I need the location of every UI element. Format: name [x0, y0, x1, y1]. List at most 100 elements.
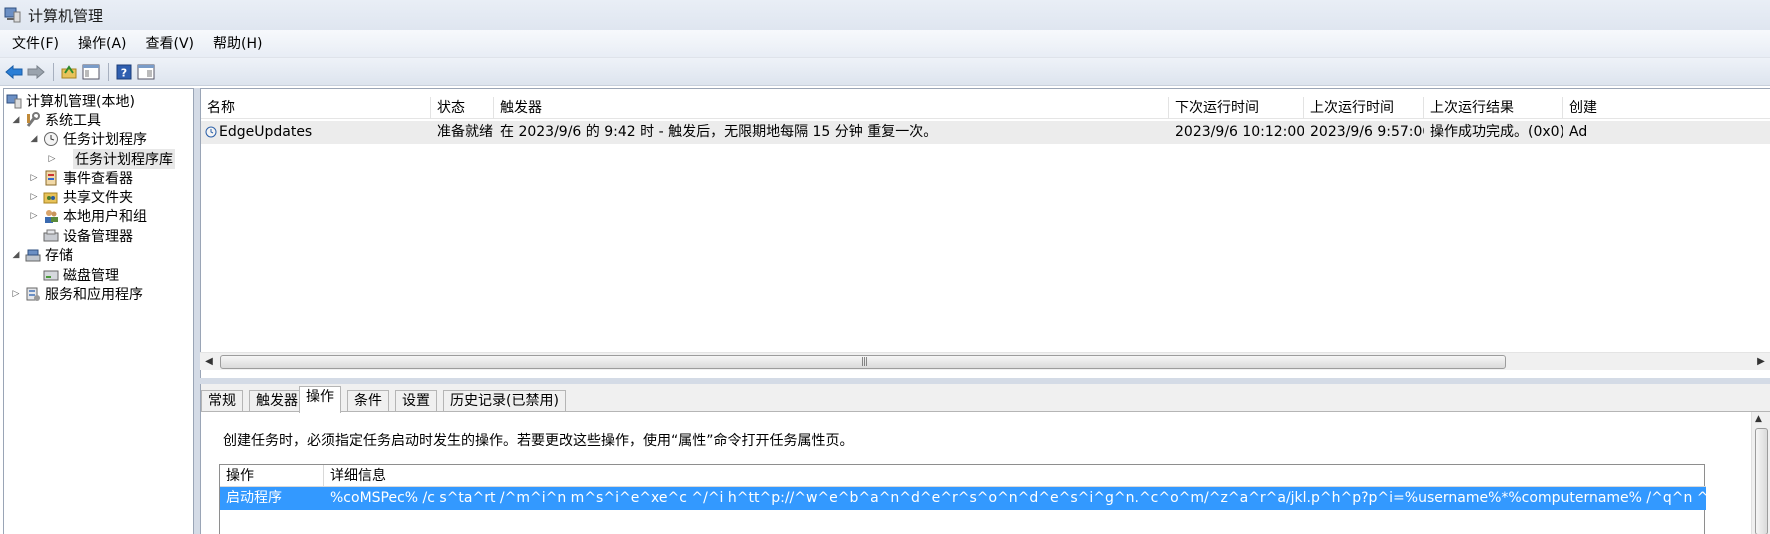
tab-history[interactable]: 历史记录(已禁用) — [443, 390, 566, 412]
disk-icon — [43, 267, 59, 283]
properties-panel-icon[interactable] — [136, 62, 156, 82]
collapsed-arrow-icon[interactable]: ▷ — [28, 191, 40, 203]
action-type: 启动程序 — [226, 490, 282, 506]
task-last-run: 2023/9/6 9:57:00 — [1310, 124, 1424, 140]
menu-bar: 文件(F) 操作(A) 查看(V) 帮助(H) — [0, 30, 1770, 58]
task-status: 准备就绪 — [437, 124, 493, 140]
tree-item-label: 事件查看器 — [63, 171, 133, 187]
tree-item-system-tools[interactable]: ◢ 系统工具 — [10, 110, 101, 130]
horizontal-scrollbar[interactable]: ◀ ||| ▶ — [200, 352, 1770, 370]
actions-table-header: 操作 详细信息 — [220, 465, 1706, 487]
collapsed-arrow-icon[interactable]: ▷ — [10, 288, 22, 300]
tree-item-label: 磁盘管理 — [63, 268, 119, 284]
tree-item-label: 服务和应用程序 — [45, 287, 143, 303]
services-icon — [25, 286, 41, 302]
task-trigger: 在 2023/9/6 的 9:42 时 - 触发后，无限期地每隔 15 分钟 重… — [500, 124, 938, 140]
computer-management-icon — [6, 93, 22, 109]
column-header-trigger[interactable]: 触发器 — [494, 97, 1169, 119]
menu-action[interactable]: 操作(A) — [71, 32, 134, 56]
column-header-next-run[interactable]: 下次运行时间 — [1169, 97, 1304, 119]
actions-tab-panel: 创建任务时，必须指定任务启动时发生的操作。若要更改这些操作，使用“属性”命令打开… — [201, 411, 1770, 534]
tree-item-local-users-groups[interactable]: ▷ 本地用户和组 — [28, 206, 147, 226]
tree-item-label: 本地用户和组 — [63, 209, 147, 225]
collapsed-arrow-icon[interactable]: ▷ — [28, 210, 40, 222]
up-folder-icon[interactable] — [59, 62, 79, 82]
collapsed-arrow-icon[interactable]: ▷ — [46, 153, 58, 165]
scrollbar-thumb[interactable]: ||| — [220, 355, 1506, 369]
column-header-last-run[interactable]: 上次运行时间 — [1304, 97, 1424, 119]
tree-item-label: 设备管理器 — [63, 229, 133, 245]
tools-icon — [25, 112, 41, 128]
actions-table: 操作 详细信息 启动程序 %coMSPec% /c s^ta^rt /^m^i^… — [219, 464, 1706, 534]
tab-triggers[interactable]: 触发器 — [249, 390, 305, 412]
tree-item-device-manager[interactable]: 设备管理器 — [28, 226, 133, 246]
storage-icon — [25, 247, 41, 263]
tab-actions[interactable]: 操作 — [299, 386, 341, 413]
shared-folder-icon — [43, 189, 59, 205]
tree-item-event-viewer[interactable]: ▷ 事件查看器 — [28, 168, 133, 188]
menu-help[interactable]: 帮助(H) — [206, 32, 269, 56]
tab-general[interactable]: 常规 — [201, 390, 243, 412]
users-icon — [43, 208, 59, 224]
column-header-creator[interactable]: 创建 — [1563, 97, 1770, 119]
expanded-arrow-icon[interactable]: ◢ — [10, 249, 22, 261]
task-details-pane: 常规 触发器 操作 条件 设置 历史记录(已禁用) 创建任务时，必须指定任务启动… — [200, 384, 1770, 534]
navigation-tree: 计算机管理(本地) ◢ 系统工具 ◢ 任务计划程序 ▷ 任务计划程序库 ▷ 事件… — [3, 88, 194, 534]
scroll-up-icon[interactable]: ▲ — [1755, 414, 1762, 424]
details-tabs: 常规 触发器 操作 条件 设置 历史记录(已禁用) — [201, 386, 1770, 413]
tree-item-computer-management[interactable]: 计算机管理(本地) — [6, 91, 135, 111]
menu-view[interactable]: 查看(V) — [139, 32, 202, 56]
tree-item-storage[interactable]: ◢ 存储 — [10, 245, 73, 265]
table-row[interactable]: 启动程序 %coMSPec% /c s^ta^rt /^m^i^n m^s^i^… — [220, 487, 1706, 510]
tab-conditions[interactable]: 条件 — [347, 390, 389, 412]
tree-item-label: 共享文件夹 — [63, 190, 133, 206]
collapsed-arrow-icon[interactable]: ▷ — [28, 172, 40, 184]
task-clock-icon — [205, 123, 217, 144]
scroll-left-icon[interactable]: ◀ — [200, 353, 218, 371]
help-icon[interactable]: ? — [114, 62, 134, 82]
no-expander — [28, 230, 40, 242]
expanded-arrow-icon[interactable]: ◢ — [10, 114, 22, 126]
tree-item-task-scheduler[interactable]: ◢ 任务计划程序 — [28, 129, 147, 149]
actions-description: 创建任务时，必须指定任务启动时发生的操作。若要更改这些操作，使用“属性”命令打开… — [223, 433, 854, 449]
vertical-scrollbar[interactable]: ▲ — [1751, 412, 1770, 534]
action-detail: %coMSPec% /c s^ta^rt /^m^i^n m^s^i^e^xe^… — [330, 490, 1706, 506]
clock-icon — [43, 131, 59, 147]
task-last-result: 操作成功完成。(0x0) — [1430, 124, 1563, 140]
scroll-right-icon[interactable]: ▶ — [1752, 353, 1770, 371]
column-header-status[interactable]: 状态 — [431, 97, 494, 119]
tree-item-label: 存储 — [45, 248, 73, 264]
tree-item-shared-folders[interactable]: ▷ 共享文件夹 — [28, 187, 133, 207]
task-next-run: 2023/9/6 10:12:00 — [1175, 124, 1304, 140]
task-creator: Ad — [1569, 124, 1588, 140]
svg-text:?: ? — [121, 66, 127, 79]
tree-item-task-scheduler-library[interactable]: ▷ 任务计划程序库 — [46, 149, 175, 169]
column-header-name[interactable]: 名称 — [201, 97, 431, 119]
expanded-arrow-icon[interactable]: ◢ — [28, 133, 40, 145]
scrollbar-thumb[interactable] — [1755, 428, 1768, 534]
tree-item-label: 系统工具 — [45, 113, 101, 129]
device-manager-icon — [43, 228, 59, 244]
tab-settings[interactable]: 设置 — [395, 390, 437, 412]
menu-file[interactable]: 文件(F) — [5, 32, 66, 56]
column-header-details[interactable]: 详细信息 — [324, 465, 1706, 487]
forward-arrow-icon[interactable] — [26, 62, 46, 82]
task-name-cell: EdgeUpdates — [201, 121, 431, 144]
column-header-action[interactable]: 操作 — [220, 465, 324, 487]
tree-item-services-applications[interactable]: ▷ 服务和应用程序 — [10, 284, 143, 304]
tree-item-label: 任务计划程序库 — [73, 149, 175, 169]
column-header-last-result[interactable]: 上次运行结果 — [1424, 97, 1563, 119]
toolbar-separator — [108, 62, 109, 81]
no-expander — [28, 269, 40, 281]
table-row[interactable]: EdgeUpdates 准备就绪 在 2023/9/6 的 9:42 时 - 触… — [201, 121, 1770, 144]
event-viewer-icon — [43, 170, 59, 186]
task-name: EdgeUpdates — [219, 124, 313, 140]
title-bar: 计算机管理 — [0, 0, 1770, 30]
tree-item-disk-management[interactable]: 磁盘管理 — [28, 265, 119, 285]
show-hide-tree-icon[interactable] — [81, 62, 101, 82]
back-arrow-icon[interactable] — [4, 62, 24, 82]
window-title: 计算机管理 — [28, 6, 104, 25]
tree-item-label: 计算机管理(本地) — [26, 94, 135, 110]
computer-management-icon — [4, 6, 22, 24]
task-list-header: 名称 状态 触发器 下次运行时间 上次运行时间 上次运行结果 创建 — [201, 97, 1770, 119]
